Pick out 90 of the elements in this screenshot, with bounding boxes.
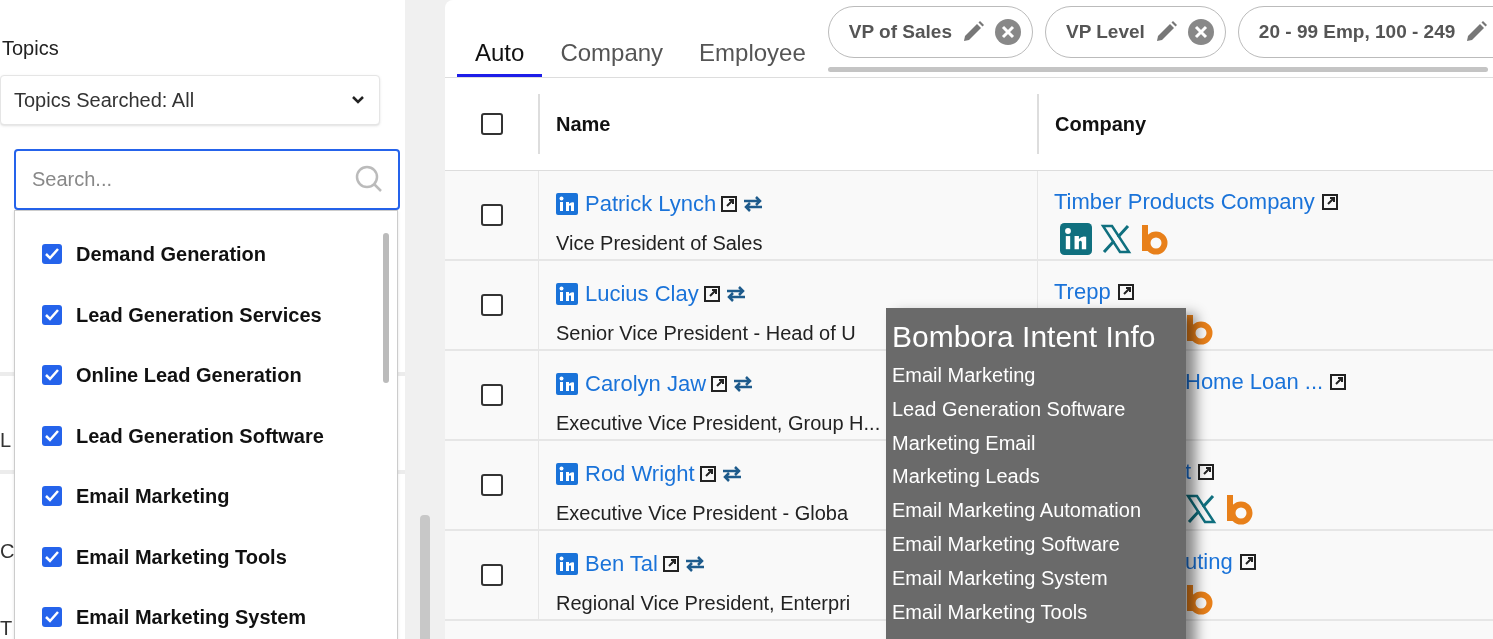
x-logo-icon[interactable] bbox=[1100, 223, 1132, 255]
job-title: Executive Vice President, Group H... bbox=[556, 411, 881, 436]
topic-label: Demand Generation bbox=[76, 242, 267, 267]
linkedin-icon[interactable] bbox=[556, 282, 578, 305]
employer-link[interactable]: uting bbox=[1185, 545, 1233, 578]
tooltip-title: Bombora Intent Info bbox=[892, 320, 1156, 354]
topic-label: Lead Generation Services bbox=[76, 302, 322, 328]
section-label: L bbox=[0, 428, 12, 453]
linkedin-icon[interactable] bbox=[1060, 223, 1092, 255]
swap-icon[interactable] bbox=[724, 284, 747, 303]
tooltip-item: Marketing Leads bbox=[892, 464, 1040, 490]
tooltip-item: Lead Generation Software bbox=[892, 396, 1126, 422]
checkbox[interactable] bbox=[41, 606, 63, 628]
external-link-icon[interactable] bbox=[702, 284, 721, 303]
tab[interactable]: Company bbox=[542, 31, 682, 77]
topic-label: Email Marketing bbox=[76, 484, 230, 509]
filter-chip[interactable]: VP Level bbox=[1045, 6, 1226, 58]
external-link-icon[interactable] bbox=[1116, 282, 1135, 301]
search-icon bbox=[354, 164, 384, 194]
person-name-link[interactable]: Rod Wright bbox=[585, 457, 695, 490]
linkedin-icon[interactable] bbox=[556, 192, 578, 215]
scrollbar[interactable] bbox=[383, 233, 389, 383]
external-link-icon[interactable] bbox=[720, 194, 739, 213]
tab[interactable]: Auto bbox=[457, 31, 543, 77]
section-title: Topics bbox=[2, 36, 59, 61]
search-field[interactable]: Search... bbox=[14, 149, 400, 210]
row-checkbox[interactable] bbox=[480, 294, 503, 316]
swap-icon[interactable] bbox=[732, 374, 755, 393]
b-logo-icon[interactable] bbox=[1185, 313, 1215, 345]
topic-label: Lead Generation Software bbox=[76, 423, 324, 449]
close-icon[interactable] bbox=[1186, 18, 1215, 46]
filter-chip[interactable]: VP of Sales bbox=[827, 6, 1033, 58]
select-all-checkbox[interactable] bbox=[480, 113, 503, 135]
swap-icon[interactable] bbox=[684, 554, 706, 573]
row-checkbox[interactable] bbox=[480, 384, 503, 406]
column-header: Company bbox=[1055, 112, 1147, 137]
external-link-icon[interactable] bbox=[1238, 552, 1257, 571]
checkbox[interactable] bbox=[41, 243, 63, 265]
job-title: Vice President of Sales bbox=[556, 231, 763, 256]
linkedin-icon[interactable] bbox=[556, 552, 578, 575]
filter-chip[interactable]: 20 - 99 Emp, 100 - 249 bbox=[1237, 6, 1493, 58]
linkedin-icon[interactable] bbox=[556, 372, 578, 395]
person-name-link[interactable]: Ben Tal bbox=[585, 547, 658, 580]
row-checkbox[interactable] bbox=[480, 204, 503, 226]
tooltip-item: Email Marketing Tools bbox=[892, 599, 1088, 625]
external-link-icon[interactable] bbox=[1320, 192, 1339, 211]
external-link-icon[interactable] bbox=[1197, 462, 1216, 481]
checkbox[interactable] bbox=[41, 545, 63, 568]
job-title: Senior Vice President - Head of U bbox=[556, 321, 856, 346]
section-label: C bbox=[0, 539, 15, 564]
row-checkbox[interactable] bbox=[480, 474, 503, 496]
tooltip-item: Email Marketing bbox=[892, 363, 1036, 388]
external-link-icon[interactable] bbox=[1329, 372, 1348, 391]
job-title: Executive Vice President - Globa bbox=[556, 501, 848, 526]
swap-icon[interactable] bbox=[742, 194, 765, 213]
external-link-icon[interactable] bbox=[662, 554, 680, 573]
close-icon[interactable] bbox=[994, 18, 1022, 46]
tooltip-item: Email Marketing System bbox=[892, 565, 1108, 591]
tooltip-item: Marketing Email bbox=[892, 430, 1036, 456]
employer-link[interactable]: Trepp bbox=[1054, 275, 1111, 308]
employer-link[interactable]: Home Loan ... bbox=[1185, 365, 1324, 398]
column-header: Name bbox=[556, 112, 611, 137]
linkedin-icon[interactable] bbox=[556, 462, 578, 485]
topics-dropdown[interactable]: Topics Searched: All bbox=[0, 75, 380, 125]
checkbox[interactable] bbox=[41, 485, 63, 507]
section-label: T bbox=[0, 616, 13, 639]
external-link-icon[interactable] bbox=[698, 464, 717, 483]
person-name-link[interactable]: Patrick Lynch bbox=[585, 187, 717, 220]
person-name-link[interactable]: Lucius Clay bbox=[585, 277, 699, 310]
x-logo-icon[interactable] bbox=[1185, 493, 1217, 525]
tooltip-item: Email Marketing Software bbox=[892, 532, 1120, 557]
scrollbar[interactable] bbox=[827, 67, 1488, 72]
row-checkbox[interactable] bbox=[480, 564, 503, 586]
chevron-down-icon bbox=[350, 94, 366, 106]
tooltip-item: Email Marketing Automation bbox=[892, 498, 1141, 524]
topic-label: Online Lead Generation bbox=[76, 363, 302, 388]
topic-label: Email Marketing System bbox=[76, 605, 307, 630]
employer-link[interactable]: t bbox=[1185, 455, 1192, 488]
b-logo-icon[interactable] bbox=[1185, 583, 1215, 615]
person-name-link[interactable]: Carolyn Jaw bbox=[585, 367, 707, 400]
job-title: Regional Vice President, Enterpri bbox=[556, 591, 851, 616]
topic-label: Email Marketing Tools bbox=[76, 544, 287, 570]
swap-icon[interactable] bbox=[720, 464, 743, 483]
scrollbar[interactable] bbox=[420, 515, 430, 639]
employer-link[interactable]: Timber Products Company bbox=[1054, 185, 1315, 218]
checkbox[interactable] bbox=[41, 364, 63, 386]
tab[interactable]: Employee bbox=[681, 31, 824, 77]
external-link-icon[interactable] bbox=[710, 374, 729, 393]
checkbox[interactable] bbox=[41, 303, 63, 326]
checkbox[interactable] bbox=[41, 424, 63, 447]
